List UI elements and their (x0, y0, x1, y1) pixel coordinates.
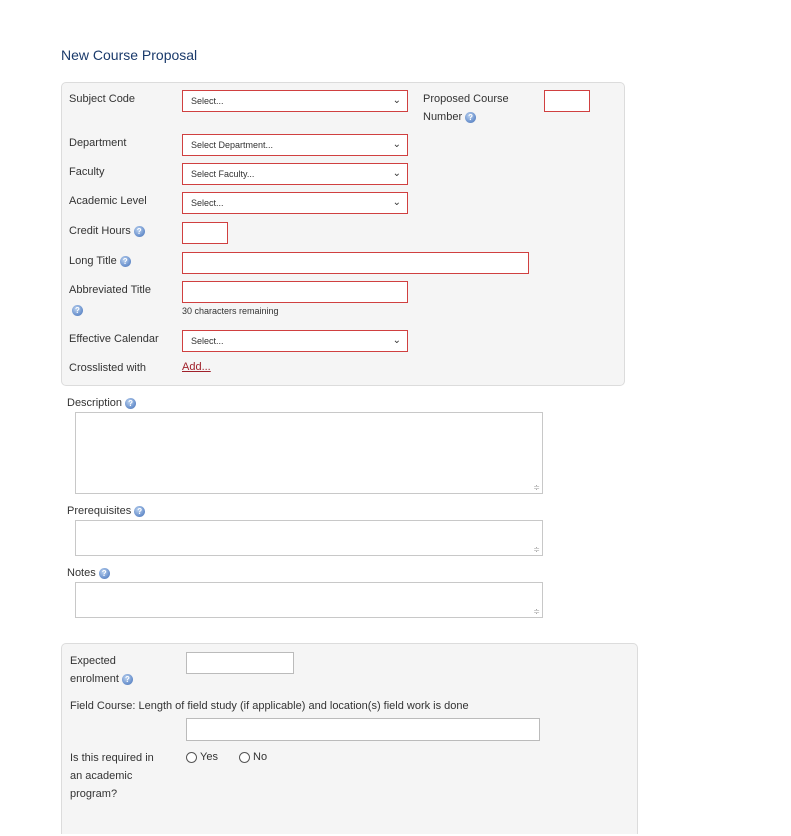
resize-handle-icon[interactable]: ≑ (533, 546, 540, 554)
proposed-number-label: Proposed Course Number? (423, 90, 509, 126)
chevron-down-icon: ⌄ (392, 197, 401, 208)
proposed-number-input[interactable] (544, 90, 590, 112)
help-icon[interactable]: ? (119, 255, 131, 267)
department-label: Department (69, 137, 127, 149)
help-icon[interactable]: ? (133, 225, 145, 237)
expected-enrolment-label-line2: enrolment (70, 673, 119, 685)
field-course-input[interactable] (186, 718, 540, 741)
expected-enrolment-label-line1: Expected (70, 655, 116, 667)
prerequisites-label: Prerequisites? (67, 502, 146, 520)
chevron-down-icon: ⌄ (392, 139, 401, 150)
abbreviated-title-label: Abbreviated Title ? (69, 281, 151, 317)
required-no-option[interactable]: No (239, 751, 267, 763)
faculty-select[interactable]: Select Faculty... ⌄ (182, 163, 408, 185)
crosslisted-label: Crosslisted with (69, 362, 147, 374)
effective-calendar-value: Select... (191, 336, 224, 346)
academic-level-select[interactable]: Select... ⌄ (182, 192, 408, 214)
notes-textarea[interactable]: ≑ (75, 582, 543, 618)
long-title-label-text: Long Title (69, 255, 117, 267)
faculty-label: Faculty (69, 166, 105, 178)
proposed-number-label-line2: Number (423, 111, 463, 123)
abbreviated-title-label-text: Abbreviated Title (69, 284, 151, 296)
chevron-down-icon: ⌄ (392, 95, 401, 106)
notes-label-text: Notes (67, 567, 96, 579)
resize-handle-icon[interactable]: ≑ (533, 608, 540, 616)
notes-label: Notes? (67, 564, 110, 582)
required-yes-radio[interactable] (186, 751, 197, 763)
expected-enrolment-input[interactable] (186, 652, 294, 674)
department-select[interactable]: Select Department... ⌄ (182, 134, 408, 156)
prerequisites-textarea[interactable]: ≑ (75, 520, 543, 556)
prerequisites-label-text: Prerequisites (67, 505, 132, 517)
required-program-label: Is this required in an academic program? (70, 749, 154, 803)
description-label-text: Description (67, 397, 123, 409)
subject-code-select[interactable]: Select... ⌄ (182, 90, 408, 112)
required-no-radio[interactable] (239, 751, 250, 763)
help-icon[interactable]: ? (465, 111, 477, 123)
proposed-number-label-line1: Proposed Course (423, 93, 509, 105)
abbreviated-title-input[interactable] (182, 281, 408, 303)
help-icon[interactable]: ? (72, 304, 83, 316)
chars-remaining: 30 characters remaining (182, 306, 279, 316)
help-icon[interactable]: ? (98, 567, 110, 579)
crosslisted-add-link[interactable]: Add... (182, 361, 211, 373)
credit-hours-input[interactable] (182, 222, 228, 244)
expected-enrolment-label: Expected enrolment? (70, 652, 133, 688)
required-yes-label: Yes (200, 751, 218, 763)
academic-level-label: Academic Level (69, 195, 147, 207)
required-program-label-line3: program? (70, 788, 118, 800)
faculty-value: Select Faculty... (191, 169, 255, 179)
effective-calendar-select[interactable]: Select... ⌄ (182, 330, 408, 352)
academic-level-value: Select... (191, 198, 224, 208)
long-title-label: Long Title? (69, 252, 131, 270)
department-value: Select Department... (191, 140, 274, 150)
credit-hours-label: Credit Hours? (69, 222, 145, 240)
effective-calendar-label: Effective Calendar (69, 333, 159, 345)
description-textarea[interactable]: ≑ (75, 412, 543, 494)
chevron-down-icon: ⌄ (392, 168, 401, 179)
page-title: New Course Proposal (61, 47, 198, 63)
help-icon[interactable]: ? (134, 505, 146, 517)
chevron-down-icon: ⌄ (392, 335, 401, 346)
help-icon[interactable]: ? (125, 397, 137, 409)
resize-handle-icon[interactable]: ≑ (533, 484, 540, 492)
required-yes-option[interactable]: Yes (186, 751, 218, 763)
credit-hours-label-text: Credit Hours (69, 225, 131, 237)
field-course-label: Field Course: Length of field study (if … (70, 700, 469, 712)
subject-code-value: Select... (191, 96, 224, 106)
required-program-label-line1: Is this required in (70, 752, 154, 764)
help-icon[interactable]: ? (121, 673, 133, 685)
required-program-label-line2: an academic (70, 770, 133, 782)
description-label: Description? (67, 394, 137, 412)
subject-code-label: Subject Code (69, 93, 136, 105)
required-no-label: No (253, 751, 268, 763)
long-title-input[interactable] (182, 252, 529, 274)
